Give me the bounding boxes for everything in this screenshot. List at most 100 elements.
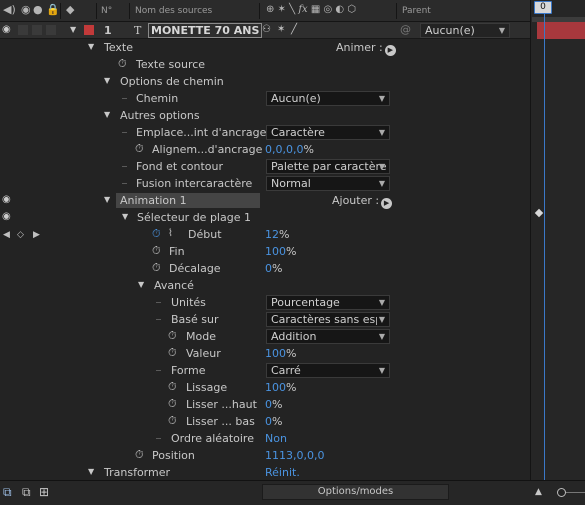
prop-group-animation-1[interactable]: ◉ ▼ Animation 1 Ajouter : ▶	[0, 192, 530, 209]
layer-row[interactable]: ◉ ▼ 1 T MONETTE 70 ANS ⚇ ✶ ╱ @ Aucun(e) ▼	[0, 22, 530, 39]
stopwatch-icon[interactable]: ⏱	[118, 58, 127, 70]
add-keyframe-icon[interactable]: ◇	[17, 229, 24, 241]
quality-icon[interactable]: ╱	[291, 24, 297, 36]
chemin-dropdown[interactable]: Aucun(e) ▼	[266, 91, 390, 106]
lock-icon[interactable]: 🔒	[46, 4, 60, 16]
prop-chemin[interactable]: Chemin Aucun(e) ▼	[0, 90, 530, 107]
current-time-indicator[interactable]: 0	[534, 1, 552, 14]
next-keyframe-icon[interactable]: ▶	[33, 229, 40, 241]
alignement-value[interactable]: 0,0,0,0%	[265, 143, 314, 156]
prop-lisser-bas[interactable]: ⏱ Lisser ... bas 0%	[0, 413, 530, 430]
stopwatch-icon[interactable]: ⏱	[152, 245, 161, 257]
ajouter-menu[interactable]: Ajouter : ▶	[332, 194, 393, 209]
collapse-icon[interactable]: ✶	[277, 24, 285, 36]
reinit-link[interactable]: Réinit.	[265, 466, 300, 479]
number[interactable]: 12	[265, 228, 279, 241]
label-tag-icon[interactable]: ◆	[66, 4, 74, 16]
stopwatch-icon[interactable]: ⏱	[168, 347, 177, 359]
valeur-value[interactable]: 100%	[265, 347, 296, 360]
prop-group-options-chemin[interactable]: ▼ Options de chemin	[0, 73, 530, 90]
prev-keyframe-icon[interactable]: ◀	[3, 229, 10, 241]
lisser-bas-value[interactable]: 0%	[265, 415, 282, 428]
prop-emplacement-ancrage[interactable]: Emplace...int d'ancrage Caractère ▼	[0, 124, 530, 141]
position-value[interactable]: 1113,0,0,0	[265, 449, 324, 462]
fond-dropdown[interactable]: Palette par caractère ▼	[266, 159, 390, 174]
col-parent-header[interactable]: Parent	[402, 6, 431, 16]
prop-fond-contour[interactable]: Fond et contour Palette par caractère ▼	[0, 158, 530, 175]
solo-switch[interactable]	[32, 25, 42, 35]
prop-alignement-ancrage[interactable]: ⏱ Alignem...d'ancrage 0,0,0,0%	[0, 141, 530, 158]
comp-flowchart-icon[interactable]: ⧉	[3, 485, 12, 500]
number[interactable]: 100	[265, 381, 286, 394]
layer-name[interactable]: MONETTE 70 ANS	[148, 23, 263, 38]
expand-triangle-icon[interactable]: ▼	[104, 76, 110, 85]
prop-fin[interactable]: ⏱ Fin 100%	[0, 243, 530, 260]
lisser-haut-value[interactable]: 0%	[265, 398, 282, 411]
prop-debut[interactable]: ◀ ◇ ▶ ⏱ ⌇ Début 12%	[0, 226, 530, 243]
stopwatch-icon[interactable]: ⏱	[168, 330, 177, 342]
stopwatch-icon[interactable]: ⏱	[168, 398, 177, 410]
expand-modes-icon[interactable]: ⧉	[22, 485, 31, 500]
label[interactable]: Animation 1	[120, 194, 187, 207]
keyframe-marker[interactable]	[534, 208, 544, 218]
prop-position[interactable]: ⏱ Position 1113,0,0,0	[0, 447, 530, 464]
stopwatch-active-icon[interactable]: ⏱	[152, 228, 161, 240]
number[interactable]: 0	[265, 262, 272, 275]
eye-icon[interactable]: ◉	[21, 4, 31, 16]
timeline-area[interactable]: 0	[530, 0, 585, 480]
prop-fusion-intercaractere[interactable]: Fusion intercaractère Normal ▼	[0, 175, 530, 192]
play-circle-icon[interactable]: ▶	[381, 198, 393, 209]
prop-group-texte[interactable]: ▼ Texte Animer : ▶	[0, 39, 530, 56]
visibility-eye-icon[interactable]: ◉	[2, 212, 14, 222]
stopwatch-icon[interactable]: ⏱	[135, 143, 144, 155]
number[interactable]: 0	[265, 415, 272, 428]
prop-group-autres-options[interactable]: ▼ Autres options	[0, 107, 530, 124]
layer-label-color[interactable]	[84, 25, 94, 35]
prop-group-transformer[interactable]: ▼ Transformer Réinit.	[0, 464, 530, 481]
prop-mode[interactable]: ⏱ Mode Addition ▼	[0, 328, 530, 345]
prop-lissage[interactable]: ⏱ Lissage 100%	[0, 379, 530, 396]
number[interactable]: 100	[265, 347, 286, 360]
stopwatch-icon[interactable]: ⏱	[168, 415, 177, 427]
number[interactable]: 0,0,0,0	[265, 143, 303, 156]
base-sur-dropdown[interactable]: Caractères sans esp ▼	[266, 312, 390, 327]
mode-dropdown[interactable]: Addition ▼	[266, 329, 390, 344]
expand-triangle-icon[interactable]: ▼	[70, 25, 76, 34]
options-modes-button[interactable]: Options/modes	[262, 484, 449, 500]
stopwatch-icon[interactable]: ⏱	[168, 381, 177, 393]
lissage-value[interactable]: 100%	[265, 381, 296, 394]
prop-lisser-haut[interactable]: ⏱ Lisser ...haut 0%	[0, 396, 530, 413]
fusion-dropdown[interactable]: Normal ▼	[266, 176, 390, 191]
audio-switch[interactable]	[18, 25, 28, 35]
prop-group-avance[interactable]: ▼ Avancé	[0, 277, 530, 294]
audio-icon[interactable]: ◀)	[3, 4, 16, 16]
expand-triangle-icon[interactable]: ▼	[88, 467, 94, 476]
shy-icon[interactable]: ⚇	[262, 24, 271, 36]
forme-dropdown[interactable]: Carré ▼	[266, 363, 390, 378]
unites-dropdown[interactable]: Pourcentage ▼	[266, 295, 390, 310]
number[interactable]: 0	[265, 398, 272, 411]
debut-value[interactable]: 12%	[265, 228, 289, 241]
expand-triangle-icon[interactable]: ▼	[122, 212, 128, 221]
col-source-name-header[interactable]: Nom des sources	[135, 6, 212, 16]
lock-switch[interactable]	[46, 25, 56, 35]
prop-unites[interactable]: Unités Pourcentage ▼	[0, 294, 530, 311]
stopwatch-icon[interactable]: ⏱	[152, 262, 161, 274]
prop-decalage[interactable]: ⏱ Décalage 0%	[0, 260, 530, 277]
graph-editor-icon[interactable]: ⊞	[39, 485, 49, 499]
parent-dropdown[interactable]: Aucun(e) ▼	[420, 23, 510, 38]
expand-triangle-icon[interactable]: ▼	[104, 110, 110, 119]
visibility-eye-icon[interactable]: ◉	[2, 195, 14, 205]
prop-base-sur[interactable]: Basé sur Caractères sans esp ▼	[0, 311, 530, 328]
emplacement-dropdown[interactable]: Caractère ▼	[266, 125, 390, 140]
zoom-out-icon[interactable]: ▲	[535, 487, 542, 497]
expand-triangle-icon[interactable]: ▼	[88, 42, 94, 51]
stopwatch-icon[interactable]: ⏱	[135, 449, 144, 461]
col-number-header[interactable]: N°	[101, 6, 112, 16]
solo-icon[interactable]: ●	[33, 4, 43, 16]
number[interactable]: 100	[265, 245, 286, 258]
ordre-value[interactable]: Non	[265, 432, 287, 445]
prop-valeur[interactable]: ⏱ Valeur 100%	[0, 345, 530, 362]
prop-group-selecteur[interactable]: ◉ ▼ Sélecteur de plage 1	[0, 209, 530, 226]
expand-triangle-icon[interactable]: ▼	[104, 195, 110, 204]
